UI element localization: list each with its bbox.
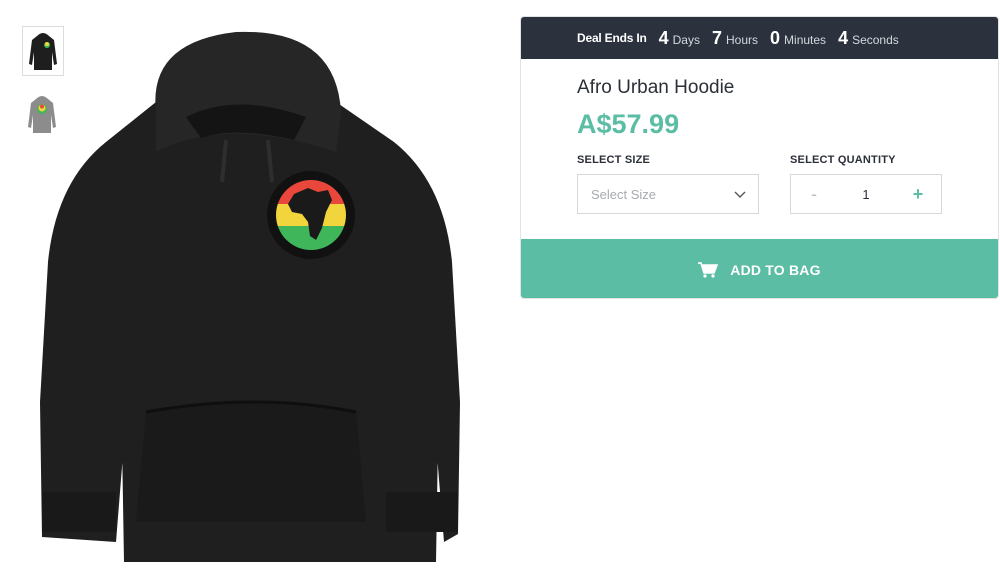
hours-label: Hours [726,32,759,47]
size-select[interactable]: Select Size [577,174,759,214]
cart-icon [698,261,719,278]
product-purchase-panel: Deal Ends In 4 Days 7 Hours 0 Minutes 4 … [520,16,999,299]
size-placeholder: Select Size [591,186,657,202]
add-to-bag-label: ADD TO BAG [730,261,821,278]
product-price: A$57.99 [577,109,680,139]
size-label: SELECT SIZE [577,154,651,166]
countdown-days: 4 Days [659,28,700,49]
minutes-label: Minutes [784,32,827,47]
quantity-label: SELECT QUANTITY [790,154,896,166]
seconds-value: 4 [838,27,849,48]
add-to-bag-button[interactable]: ADD TO BAG [521,239,998,298]
decrease-quantity-button[interactable]: - [791,184,837,205]
hours-value: 7 [711,27,722,48]
product-title: Afro Urban Hoodie [577,77,735,98]
days-value: 4 [658,27,669,48]
quantity-stepper: - 1 + [790,174,942,214]
deal-countdown-bar: Deal Ends In 4 Days 7 Hours 0 Minutes 4 … [521,17,998,59]
deal-label: Deal Ends In [577,31,647,45]
minutes-value: 0 [770,27,781,48]
hoodie-product-image [40,31,460,562]
countdown-minutes: 0 Minutes [770,28,826,49]
countdown-seconds: 4 Seconds [838,28,899,49]
increase-quantity-button[interactable]: + [895,184,941,205]
seconds-label: Seconds [852,32,899,47]
chevron-down-icon [734,191,746,198]
days-label: Days [672,32,700,47]
countdown-hours: 7 Hours [712,28,758,49]
quantity-value[interactable]: 1 [862,187,869,202]
